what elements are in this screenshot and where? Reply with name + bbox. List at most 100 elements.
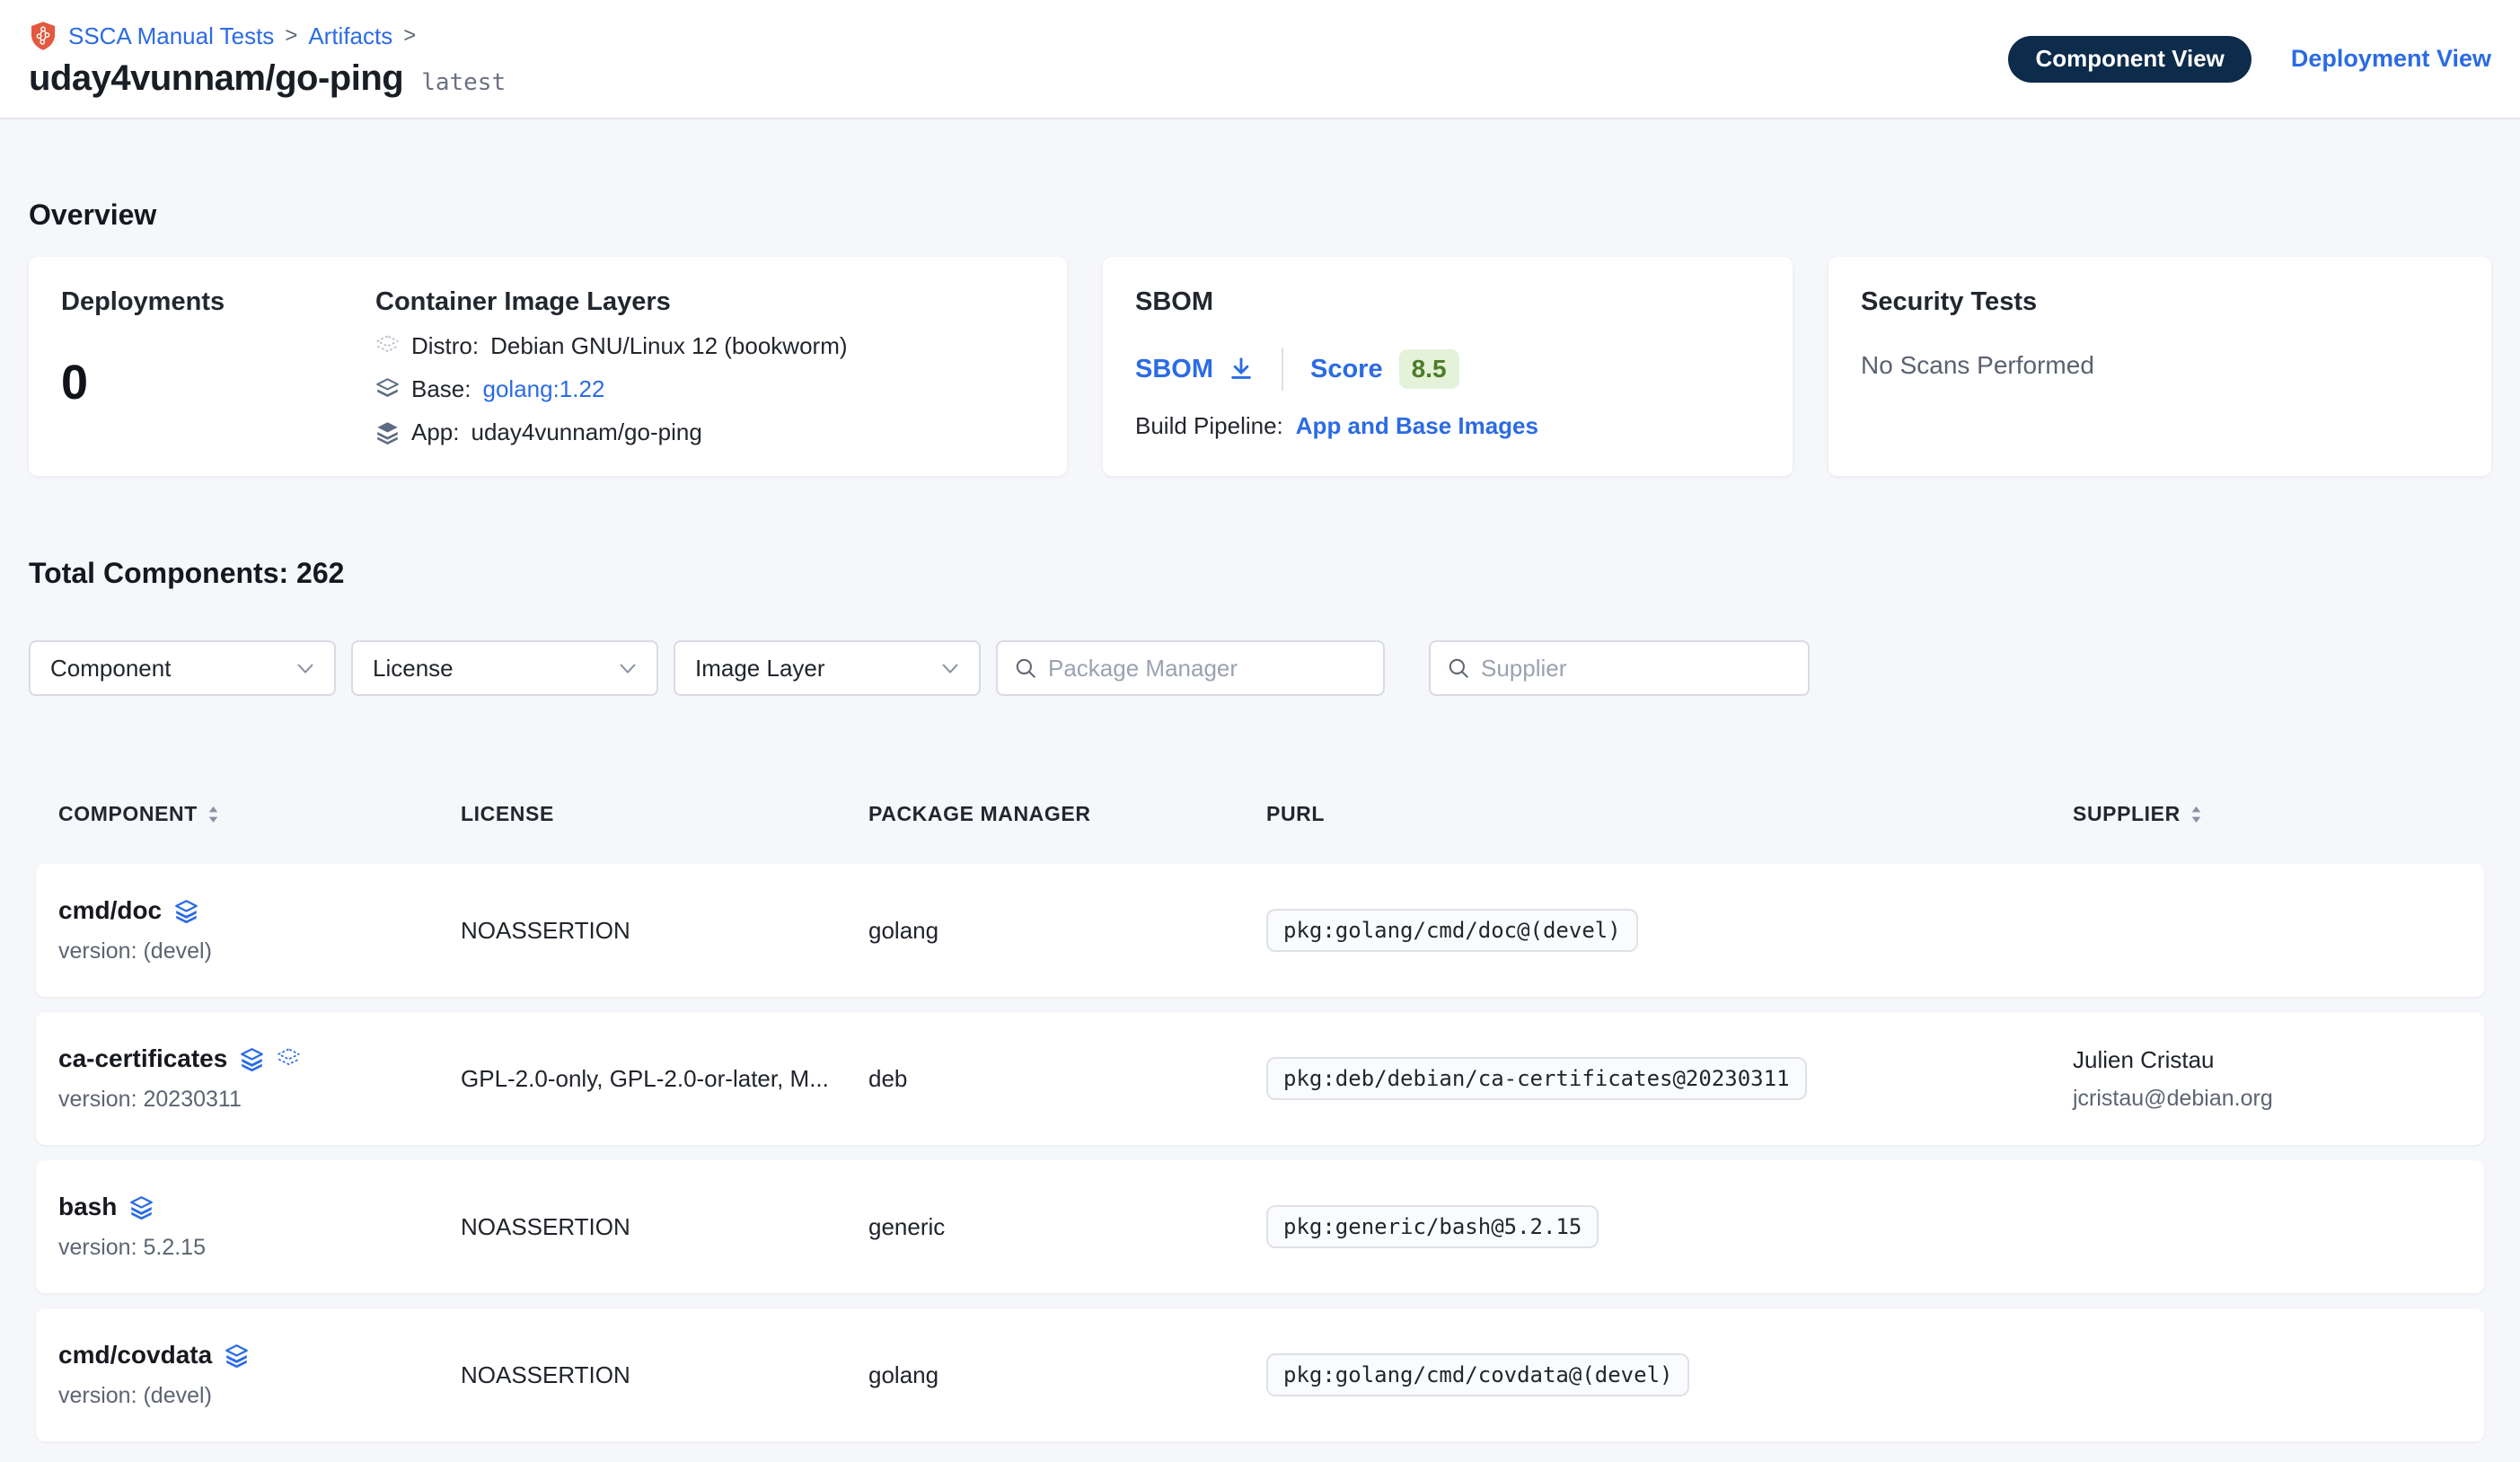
ssca-shield-icon [29,21,57,51]
distro-label: Distro: [411,332,479,360]
supplier-column-label: SUPPLIER [2073,802,2181,826]
base-layer-outline-icon [277,1047,301,1071]
view-toggle: Component View Deployment View [2008,36,2491,83]
chevron-down-icon [619,663,637,674]
image-layers-title: Container Image Layers [375,287,1035,317]
package-manager-search[interactable] [996,640,1385,696]
security-tests-status: No Scans Performed [1861,351,2459,380]
deployments-count: 0 [61,355,375,410]
package-manager-column-label: PACKAGE MANAGER [868,802,1091,826]
filter-bar: Component License Image Layer [29,640,2491,696]
deployments-layers-card: Deployments 0 Container Image Layers Dis… [29,257,1067,476]
purl-column-header: PURL [1266,802,2073,826]
distro-layer-row: Distro: Debian GNU/Linux 12 (bookworm) [375,332,1035,360]
base-layer-row: Base: golang:1.22 [375,375,1035,403]
supplier-cell: Julien Cristau jcristau@debian.org [2073,1046,2462,1112]
component-name: cmd/covdata [58,1341,212,1370]
app-layer-row: App: uday4vunnam/go-ping [375,418,1035,446]
component-filter-dropdown[interactable]: Component [29,640,336,696]
base-label: Base: [411,375,471,403]
license-filter-label: License [373,655,454,683]
component-version: version: 5.2.15 [58,1235,461,1261]
license-column-header: LICENSE [461,802,868,826]
total-components-heading: Total Components: 262 [29,557,2491,590]
component-version: version: (devel) [58,1383,461,1409]
app-layer-icon [240,1047,264,1071]
build-pipeline-label: Build Pipeline: [1135,412,1283,440]
app-layer-icon [174,899,198,923]
package-manager-column-header: PACKAGE MANAGER [868,802,1266,826]
supplier-search[interactable] [1429,640,1810,696]
base-image-link[interactable]: golang:1.22 [483,375,605,403]
supplier-column-header[interactable]: SUPPLIER [2073,802,2462,826]
sbom-card: SBOM SBOM Score 8.5 Build Pipeline: App … [1103,257,1793,476]
component-view-button[interactable]: Component View [2008,36,2251,83]
chevron-down-icon [296,663,314,674]
layers-filled-icon [375,420,400,445]
chevron-down-icon [941,663,959,674]
sbom-download-link[interactable]: SBOM [1135,355,1255,384]
component-filter-label: Component [50,655,171,683]
breadcrumb-project-link[interactable]: SSCA Manual Tests [68,22,274,50]
table-row[interactable]: cmd/doc version: (devel) NOASSERTION gol… [36,864,2484,997]
package-manager-input[interactable] [1048,655,1367,683]
component-name: bash [58,1193,117,1221]
package-manager-cell: golang [868,1361,1266,1389]
deployment-view-button[interactable]: Deployment View [2291,45,2491,73]
component-column-header[interactable]: COMPONENT [58,802,461,826]
supplier-email: jcristau@debian.org [2073,1086,2462,1112]
app-label: App: [411,418,460,446]
license-cell: GPL-2.0-only, GPL-2.0-or-later, M... [461,1065,868,1093]
purl-chip[interactable]: pkg:golang/cmd/covdata@(devel) [1266,1353,1689,1396]
page-header: SSCA Manual Tests > Artifacts > uday4vun… [0,0,2520,119]
breadcrumb-separator: > [285,23,297,48]
purl-chip[interactable]: pkg:deb/debian/ca-certificates@20230311 [1266,1057,1807,1100]
layers-outline-icon [375,334,400,358]
artifact-tag: latest [421,69,506,96]
deployments-title: Deployments [61,287,375,317]
sbom-title: SBOM [1135,287,1760,317]
table-row[interactable]: bash version: 5.2.15 NOASSERTION generic… [36,1160,2484,1293]
image-layer-filter-dropdown[interactable]: Image Layer [674,640,981,696]
table-row[interactable]: cmd/covdata version: (devel) NOASSERTION… [36,1308,2484,1441]
purl-chip[interactable]: pkg:generic/bash@5.2.15 [1266,1205,1599,1248]
page-title: uday4vunnam/go-ping [29,58,403,99]
license-cell: NOASSERTION [461,917,868,945]
package-manager-cell: generic [868,1213,1266,1241]
package-manager-cell: deb [868,1065,1266,1093]
license-cell: NOASSERTION [461,1361,868,1389]
app-value: uday4vunnam/go-ping [471,418,702,446]
sbom-score-badge: 8.5 [1399,349,1459,389]
search-icon [1014,656,1037,680]
sbom-score-label: Score [1310,355,1383,384]
license-column-label: LICENSE [461,802,554,826]
purl-column-label: PURL [1266,802,1325,826]
breadcrumb-separator: > [403,23,416,48]
supplier-name: Julien Cristau [2073,1046,2462,1074]
security-tests-title: Security Tests [1861,287,2459,317]
divider [1282,348,1283,391]
sbom-download-label: SBOM [1135,355,1213,384]
build-pipeline-link[interactable]: App and Base Images [1296,412,1538,440]
sort-icon[interactable] [2190,804,2203,825]
layers-base-icon [375,377,400,401]
security-tests-card: Security Tests No Scans Performed [1828,257,2491,476]
app-layer-icon [129,1195,154,1220]
supplier-input[interactable] [1481,655,1792,683]
license-cell: NOASSERTION [461,1213,868,1241]
breadcrumb: SSCA Manual Tests > Artifacts > [29,21,506,51]
table-header: COMPONENT LICENSE PACKAGE MANAGER PURL S… [36,802,2484,826]
purl-chip[interactable]: pkg:golang/cmd/doc@(devel) [1266,909,1638,952]
package-manager-cell: golang [868,917,1266,945]
search-icon [1447,656,1470,680]
component-version: version: 20230311 [58,1087,461,1113]
sort-icon[interactable] [207,804,220,825]
download-icon[interactable] [1228,356,1255,383]
distro-value: Debian GNU/Linux 12 (bookworm) [490,332,847,360]
breadcrumb-artifacts-link[interactable]: Artifacts [308,22,392,50]
component-name: ca-certificates [58,1044,227,1073]
license-filter-dropdown[interactable]: License [351,640,658,696]
component-version: version: (devel) [58,938,461,964]
component-column-label: COMPONENT [58,802,198,826]
table-row[interactable]: ca-certificates version: 20230311 GPL-2.… [36,1012,2484,1145]
